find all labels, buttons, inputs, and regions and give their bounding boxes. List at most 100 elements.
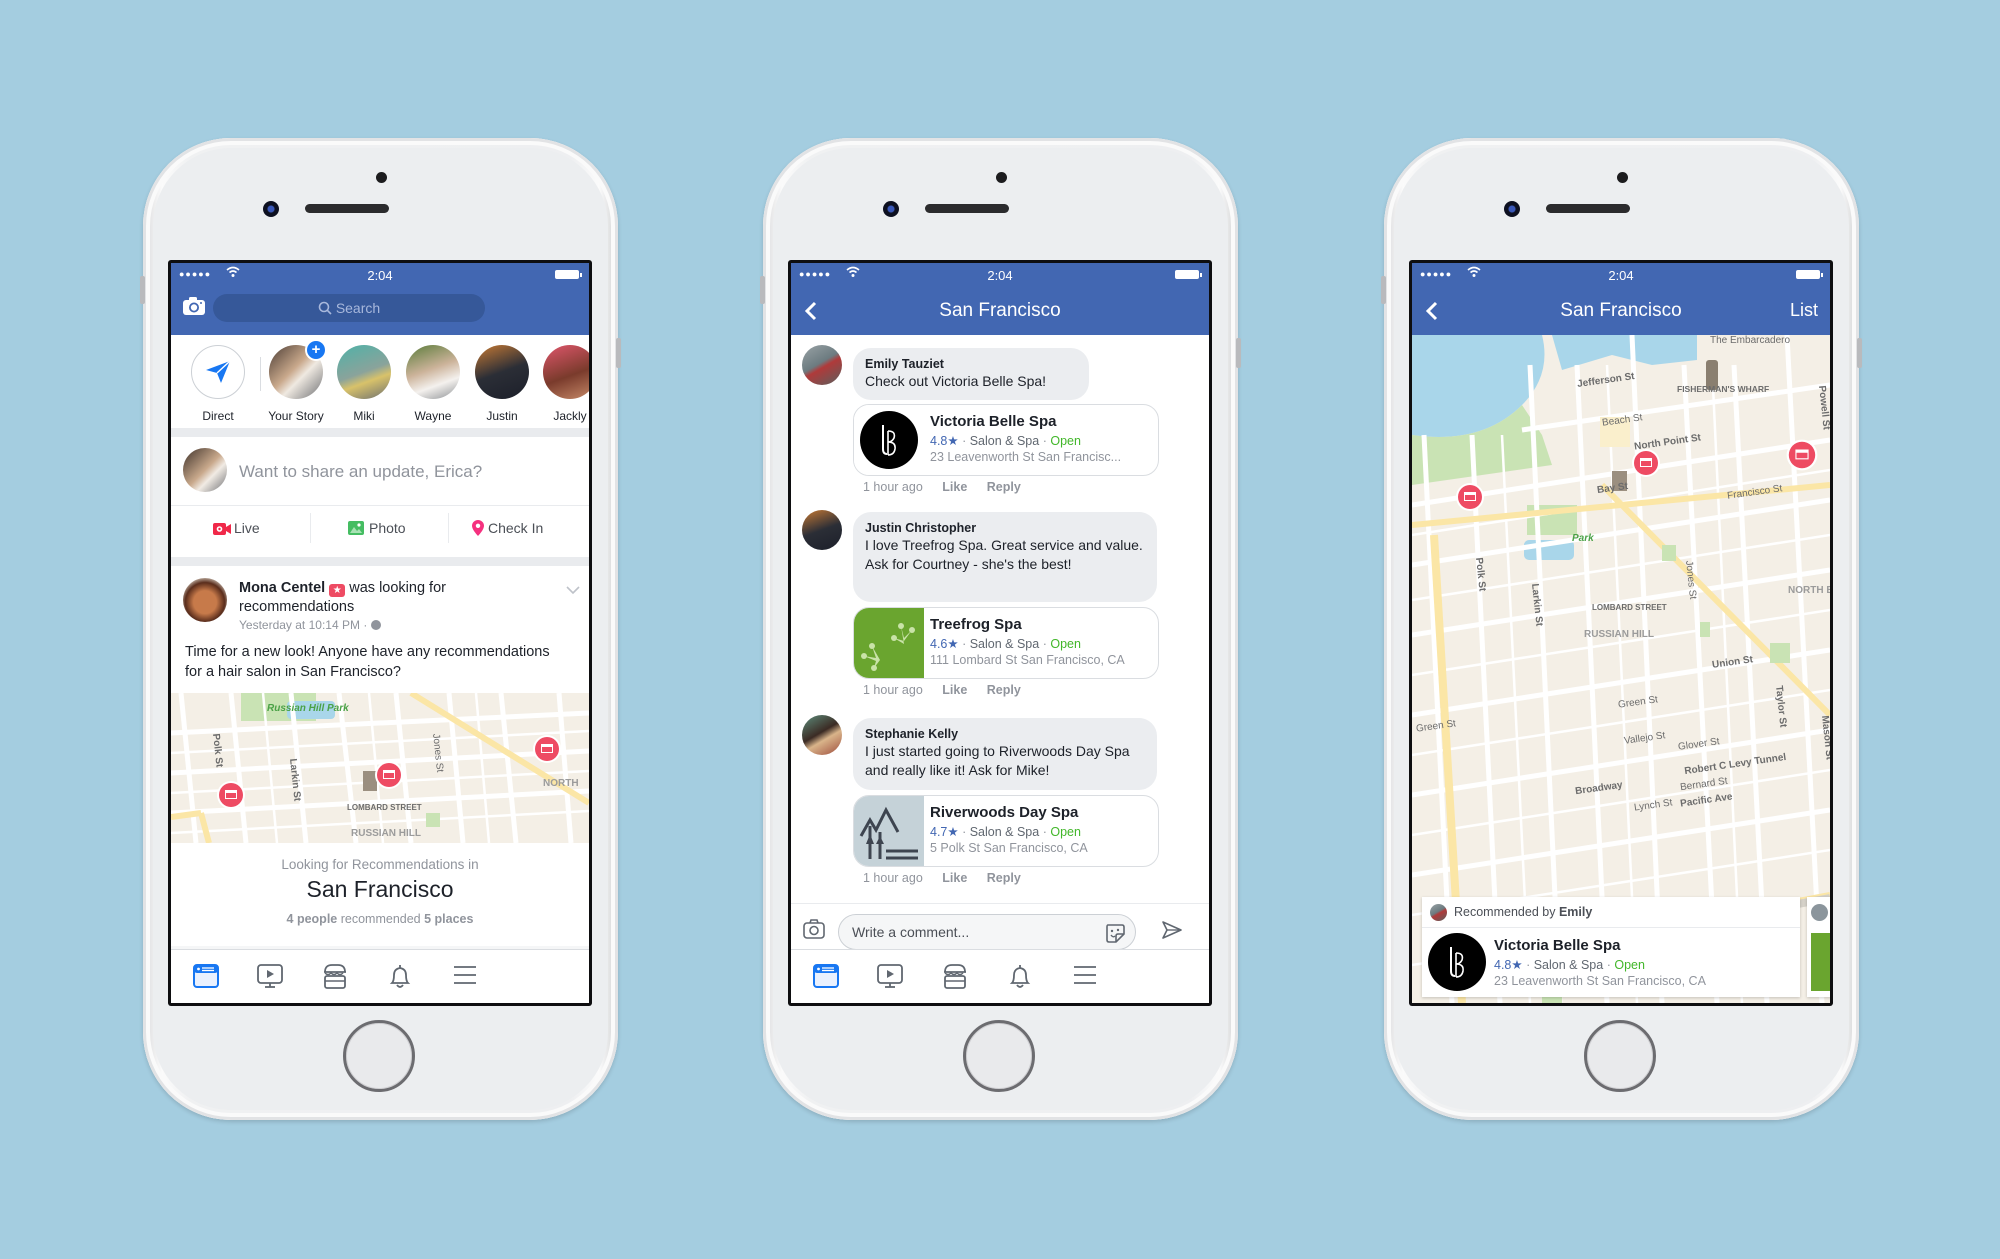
place-pin[interactable] [1634, 451, 1658, 475]
commenter-avatar[interactable] [802, 715, 842, 755]
stories-row: Direct + Your Story Miki Wayne Justin Ja… [171, 335, 589, 428]
story-wayne[interactable] [406, 345, 460, 399]
composer-input[interactable]: Want to share an update, Erica? [239, 462, 482, 482]
post-header: Mona Centel ★ was looking for recommenda… [239, 579, 539, 617]
home-button[interactable] [343, 1020, 415, 1092]
post: Mona Centel ★ was looking for recommenda… [171, 566, 589, 693]
recommendations-summary[interactable]: Looking for Recommendations in San Franc… [171, 843, 589, 943]
place-status: Open [1050, 825, 1081, 839]
author-name[interactable]: Mona Centel [239, 580, 325, 596]
front-camera [883, 201, 899, 217]
live-button[interactable]: Live [171, 506, 310, 551]
place-card[interactable]: Treefrog Spa 4.6★ · Salon & Spa · Open 1… [853, 607, 1159, 679]
marketplace-icon [944, 964, 966, 989]
tab-news-feed[interactable] [193, 964, 221, 990]
check-in-label: Check In [488, 520, 544, 536]
reply-button[interactable]: Reply [987, 683, 1021, 697]
news-feed-icon [813, 964, 839, 988]
tab-watch[interactable] [257, 964, 285, 990]
nav-bar: San Francisco [791, 289, 1209, 335]
home-button[interactable] [1584, 1020, 1656, 1092]
story-jackly[interactable] [543, 345, 589, 399]
commenter-name[interactable]: Emily Tauziet [865, 356, 1077, 372]
sensor-dot [996, 172, 1007, 183]
place-rating: 4.7★ [930, 825, 959, 839]
mute-switch [760, 276, 765, 304]
tab-menu[interactable] [1073, 964, 1101, 990]
status-time: 2:04 [987, 268, 1013, 283]
place-pin[interactable] [377, 763, 401, 787]
author-avatar[interactable] [183, 578, 227, 622]
tab-marketplace[interactable] [322, 964, 350, 990]
screen: The Embarcadero Jefferson St FISHERMAN'S… [1409, 260, 1833, 1006]
place-address: 23 Leavenworth St San Francisc... [930, 450, 1122, 464]
recommender-name[interactable]: Emily [1559, 905, 1592, 919]
like-button[interactable]: Like [942, 871, 967, 885]
hamburger-menu-icon [1074, 966, 1096, 984]
place-pin[interactable] [1458, 485, 1482, 509]
place-name: Treefrog Spa [930, 616, 1022, 633]
divider [171, 557, 589, 566]
photo-icon [348, 521, 364, 535]
page-title: San Francisco [1560, 300, 1682, 321]
list-button[interactable]: List [1790, 300, 1818, 321]
story-name: Jackly [553, 409, 587, 423]
tab-news-feed[interactable] [813, 964, 841, 990]
like-button[interactable]: Like [942, 683, 967, 697]
map-preview[interactable]: Russian Hill Park Polk St Larkin St Jone… [171, 693, 589, 843]
story-justin[interactable] [475, 345, 529, 399]
place-pin-selected[interactable] [1788, 441, 1816, 469]
map-label: The Embarcadero [1710, 335, 1791, 346]
place-pin[interactable] [219, 783, 243, 807]
hamburger-menu-icon [454, 966, 476, 984]
commenter-avatar[interactable] [802, 510, 842, 550]
commenter-avatar[interactable] [802, 345, 842, 385]
header: ●●●●● 2:04 San Francisco [791, 263, 1209, 335]
story-direct[interactable] [191, 345, 245, 399]
tab-notifications[interactable] [387, 964, 415, 990]
camera-icon[interactable] [183, 297, 205, 315]
search-input[interactable]: Search [213, 294, 485, 322]
map-label: Park [1572, 533, 1594, 544]
sensor-dot [1617, 172, 1628, 183]
tab-menu[interactable] [453, 964, 481, 990]
place-meta: 4.7★ · Salon & Spa · Open [930, 825, 1081, 839]
post-timestamp[interactable]: Yesterday at 10:14 PM [239, 618, 360, 632]
like-button[interactable]: Like [942, 480, 967, 494]
commenter-name[interactable]: Stephanie Kelly [865, 726, 1145, 742]
status-time: 2:04 [1608, 268, 1634, 283]
camera-button[interactable] [803, 919, 825, 944]
commenter-name[interactable]: Justin Christopher [865, 520, 1145, 536]
speaker-grille [305, 204, 389, 213]
home-button[interactable] [963, 1020, 1035, 1092]
check-in-button[interactable]: Check In [449, 506, 589, 551]
place-pin[interactable] [535, 737, 559, 761]
page-title: San Francisco [939, 300, 1061, 321]
add-story-badge[interactable]: + [307, 341, 325, 359]
story-name: Wayne [414, 409, 452, 423]
phone-2: ●●●●● 2:04 San Francisco Emily Tauziet C… [760, 138, 1241, 1120]
comment-input[interactable]: Write a comment... [838, 914, 1136, 950]
sticker-button[interactable] [1105, 923, 1125, 948]
tab-marketplace[interactable] [942, 964, 970, 990]
next-place-card[interactable] [1807, 897, 1830, 997]
chevron-down-icon[interactable] [566, 582, 580, 595]
send-button[interactable] [1161, 920, 1183, 945]
recommender-avatar [1811, 904, 1828, 921]
location-pin-icon [472, 520, 484, 536]
recommended-place-card[interactable]: Recommended by Emily Victoria Belle Spa … [1422, 897, 1800, 997]
reply-button[interactable]: Reply [987, 871, 1021, 885]
divider [260, 357, 261, 391]
tab-watch[interactable] [877, 964, 905, 990]
place-name: Riverwoods Day Spa [930, 804, 1079, 821]
place-card[interactable]: Riverwoods Day Spa 4.7★ · Salon & Spa · … [853, 795, 1159, 867]
reply-button[interactable]: Reply [987, 480, 1021, 494]
search-placeholder: Search [335, 300, 381, 316]
tab-notifications[interactable] [1007, 964, 1035, 990]
place-card[interactable]: Victoria Belle Spa 4.8★ · Salon & Spa · … [853, 404, 1159, 476]
story-miki[interactable] [337, 345, 391, 399]
divider [1422, 927, 1800, 928]
comment-time: 1 hour ago [863, 480, 923, 494]
comment-time: 1 hour ago [863, 871, 923, 885]
photo-button[interactable]: Photo [311, 506, 448, 551]
